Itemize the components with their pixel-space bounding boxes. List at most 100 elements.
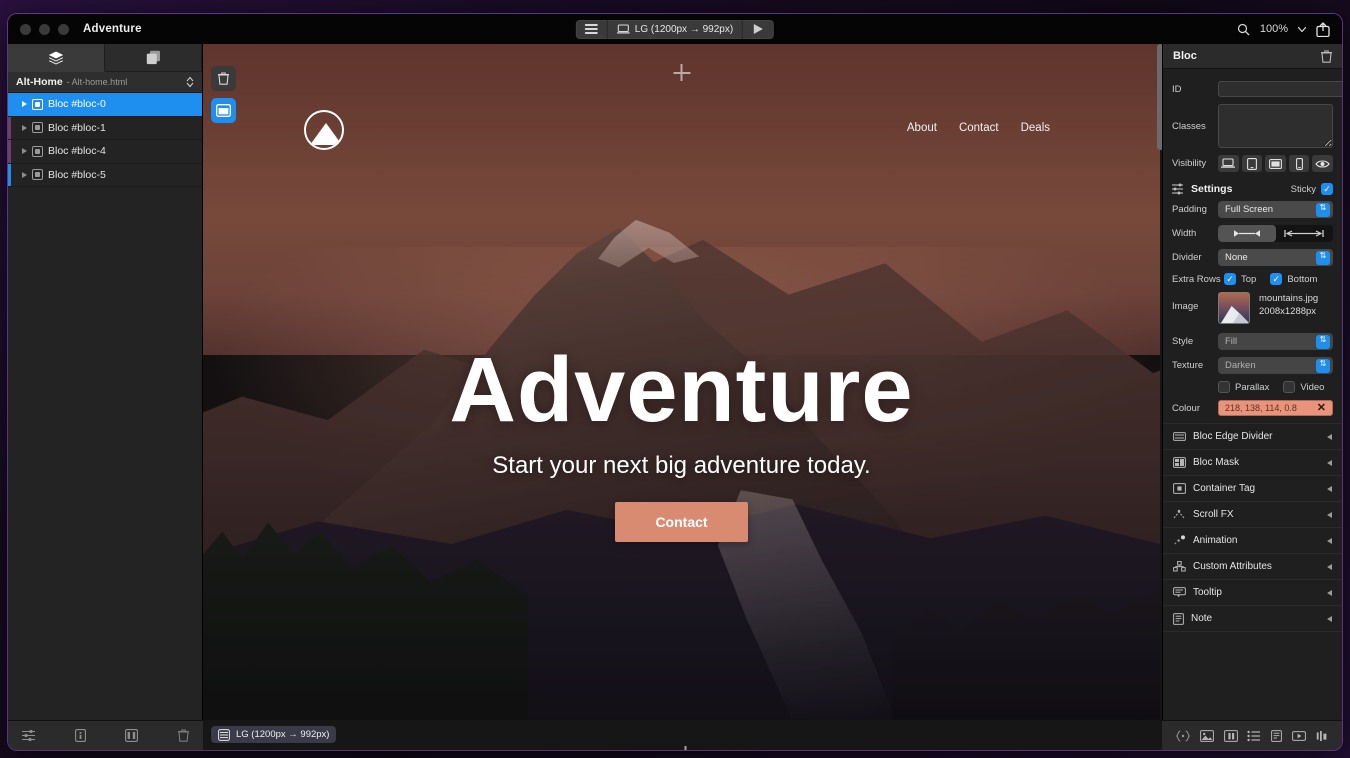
hero-contact-button[interactable]: Contact bbox=[615, 502, 748, 542]
classes-label: Classes bbox=[1172, 120, 1206, 132]
tablet-landscape-icon[interactable] bbox=[1265, 155, 1286, 172]
video-icon[interactable] bbox=[1292, 730, 1307, 742]
page-selector[interactable]: Alt-Home - Alt-home.html bbox=[8, 72, 202, 93]
section-tooltip[interactable]: Tooltip bbox=[1163, 580, 1342, 606]
classes-input[interactable] bbox=[1218, 104, 1333, 148]
chevron-left-icon bbox=[1327, 589, 1332, 596]
nav-link-about[interactable]: About bbox=[907, 122, 937, 134]
disclosure-caret-icon[interactable] bbox=[22, 171, 27, 178]
tablet-icon[interactable] bbox=[1241, 155, 1263, 172]
delete-bloc-tool[interactable] bbox=[211, 66, 236, 91]
image-dimensions: 2008x1288px bbox=[1259, 306, 1317, 317]
hero-bloc[interactable]: About Contact Deals Adventure Start your… bbox=[203, 44, 1160, 720]
padding-value: Full Screen bbox=[1225, 204, 1274, 215]
sticky-toggle[interactable]: Sticky ✓ bbox=[1291, 183, 1333, 195]
bottom-checkbox[interactable]: ✓ bbox=[1270, 273, 1283, 285]
colour-field[interactable]: 218, 138, 114, 0.8 ✕ bbox=[1218, 400, 1333, 416]
style-select[interactable]: Fill ⇅ bbox=[1218, 333, 1333, 350]
id-input[interactable] bbox=[1218, 81, 1342, 97]
settings-section-header[interactable]: Settings Sticky ✓ bbox=[1172, 179, 1333, 201]
video-checkbox[interactable] bbox=[1283, 381, 1296, 393]
nav-link-deals[interactable]: Deals bbox=[1021, 122, 1050, 134]
eye-icon[interactable] bbox=[1312, 155, 1333, 172]
section-container-tag[interactable]: Container Tag bbox=[1163, 476, 1342, 502]
disclosure-caret-icon[interactable] bbox=[22, 148, 27, 155]
tree-row[interactable]: Bloc #bloc-4 bbox=[8, 140, 202, 164]
device-selector[interactable]: LG (1200px → 992px) bbox=[608, 19, 744, 39]
preview-button[interactable] bbox=[743, 20, 774, 39]
assets-icon[interactable] bbox=[1316, 730, 1328, 742]
extra-rows-top-toggle[interactable]: ✓ Top bbox=[1224, 273, 1256, 285]
section-bloc-edge-divider[interactable]: Bloc Edge Divider bbox=[1163, 424, 1342, 450]
image-thumbnail[interactable] bbox=[1218, 292, 1250, 324]
scroll-fx-icon bbox=[1173, 509, 1186, 520]
top-checkbox[interactable]: ✓ bbox=[1224, 273, 1236, 285]
menu-button[interactable] bbox=[576, 19, 608, 39]
trash-icon[interactable] bbox=[1321, 49, 1332, 63]
layers-tab[interactable] bbox=[8, 44, 105, 72]
code-icon[interactable] bbox=[1176, 730, 1190, 742]
zoom-button[interactable] bbox=[58, 23, 69, 35]
disclosure-caret-icon[interactable] bbox=[22, 101, 27, 108]
hamburger-icon bbox=[584, 24, 598, 34]
inspector-sections: Bloc Edge Divider Bloc Mask Container Ta… bbox=[1163, 423, 1342, 632]
tree-row[interactable]: Bloc #bloc-1 bbox=[8, 116, 202, 140]
canvas-area[interactable]: About Contact Deals Adventure Start your… bbox=[203, 44, 1168, 750]
device-toolbar: LG (1200px → 992px) bbox=[575, 19, 775, 39]
image-icon[interactable] bbox=[1199, 729, 1214, 742]
extra-rows-bottom-toggle[interactable]: ✓ Bottom bbox=[1270, 273, 1317, 285]
add-bloc-above-button[interactable] bbox=[673, 64, 690, 81]
section-custom-attributes[interactable]: Custom Attributes bbox=[1163, 554, 1342, 580]
video-toggle[interactable]: Video bbox=[1283, 381, 1324, 393]
mobile-icon[interactable] bbox=[1288, 155, 1310, 172]
export-icon[interactable] bbox=[1316, 21, 1330, 37]
info-icon[interactable] bbox=[74, 729, 86, 742]
hero-title[interactable]: Adventure bbox=[203, 344, 1160, 436]
window-controls[interactable] bbox=[20, 23, 69, 35]
section-note[interactable]: Note bbox=[1163, 606, 1342, 632]
minimize-button[interactable] bbox=[39, 23, 50, 35]
hero-subtitle[interactable]: Start your next big adventure today. bbox=[203, 452, 1160, 480]
tree-row[interactable]: Bloc #bloc-0 bbox=[8, 93, 202, 117]
zoom-level[interactable]: 100% bbox=[1260, 23, 1288, 35]
parallax-toggle[interactable]: Parallax bbox=[1218, 381, 1269, 393]
section-bloc-mask[interactable]: Bloc Mask bbox=[1163, 450, 1342, 476]
inspector-header: Bloc bbox=[1163, 44, 1342, 69]
hero-content: Adventure Start your next big adventure … bbox=[203, 344, 1160, 542]
canvas-device-pill[interactable]: LG (1200px → 992px) bbox=[211, 726, 337, 743]
width-full-option[interactable] bbox=[1276, 225, 1334, 242]
trash-icon[interactable] bbox=[177, 729, 189, 742]
disclosure-caret-icon[interactable] bbox=[22, 124, 27, 131]
width-narrow-option[interactable] bbox=[1218, 225, 1276, 242]
bloc-tool[interactable] bbox=[211, 98, 236, 123]
section-scroll-fx[interactable]: Scroll FX bbox=[1163, 502, 1342, 528]
nav-link-contact[interactable]: Contact bbox=[959, 122, 999, 134]
texture-select[interactable]: Darken ⇅ bbox=[1218, 357, 1333, 374]
sticky-checkbox[interactable]: ✓ bbox=[1321, 183, 1333, 195]
bloc-icon bbox=[216, 104, 231, 117]
visibility-options bbox=[1218, 155, 1333, 172]
chevron-updown-icon: ⇅ bbox=[1316, 358, 1330, 373]
page-stepper-icon[interactable] bbox=[186, 76, 194, 88]
divider-select[interactable]: None ⇅ bbox=[1218, 249, 1333, 266]
pages-tab[interactable] bbox=[105, 44, 202, 72]
close-button[interactable] bbox=[20, 23, 31, 35]
section-animation[interactable]: Animation bbox=[1163, 528, 1342, 554]
settings-sliders-icon[interactable] bbox=[22, 729, 35, 742]
chevron-down-icon[interactable] bbox=[1298, 26, 1306, 32]
mountain-logo-icon[interactable] bbox=[304, 110, 344, 150]
split-view-icon[interactable] bbox=[125, 729, 139, 742]
close-icon[interactable]: ✕ bbox=[1317, 402, 1326, 414]
search-icon[interactable] bbox=[1237, 23, 1250, 36]
desktop-icon[interactable] bbox=[1218, 155, 1239, 172]
style-icon[interactable] bbox=[1223, 729, 1238, 742]
bloc-icon bbox=[32, 145, 43, 157]
padding-select[interactable]: Full Screen ⇅ bbox=[1218, 201, 1333, 218]
page-icon[interactable] bbox=[1271, 729, 1283, 742]
width-row: Width bbox=[1172, 225, 1333, 242]
list-icon[interactable] bbox=[1247, 730, 1261, 742]
parallax-checkbox[interactable] bbox=[1218, 381, 1230, 393]
section-label: Animation bbox=[1193, 535, 1238, 546]
tree-row[interactable]: Bloc #bloc-5 bbox=[8, 163, 202, 187]
add-bloc-below-button[interactable] bbox=[677, 746, 694, 750]
